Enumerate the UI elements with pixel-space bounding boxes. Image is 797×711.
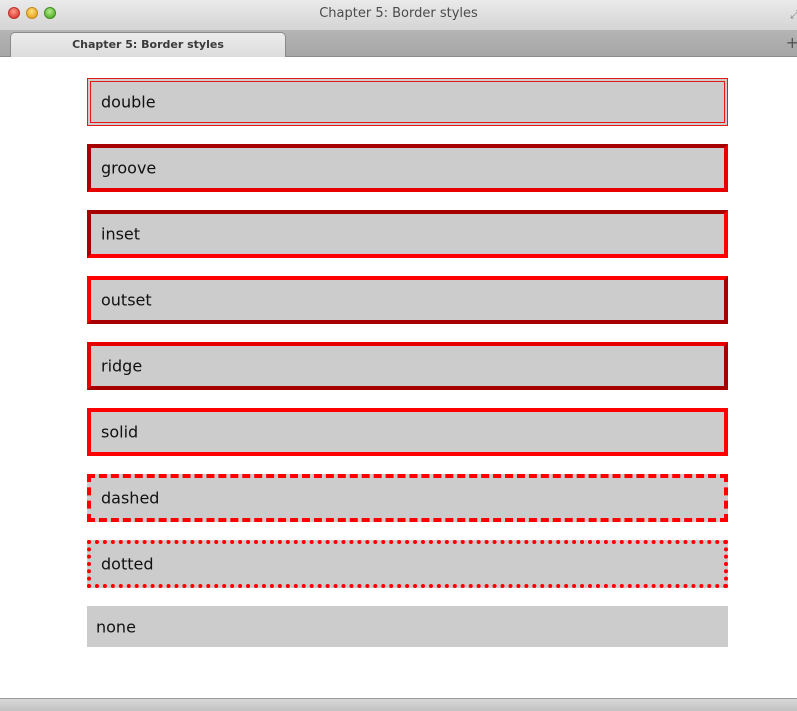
box-label: double	[101, 92, 156, 112]
tab-chapter-5[interactable]: Chapter 5: Border styles	[10, 32, 286, 57]
border-box-double: double	[87, 78, 728, 126]
box-label: dashed	[101, 488, 160, 508]
tab-strip: Chapter 5: Border styles +	[0, 30, 797, 57]
window-titlebar: Chapter 5: Border styles ⤢	[0, 0, 797, 30]
border-box-groove: groove	[87, 144, 728, 192]
box-label: groove	[101, 158, 157, 178]
border-box-dashed: dashed	[87, 474, 728, 522]
box-label: dotted	[101, 554, 154, 574]
border-box-outset: outset	[87, 276, 728, 324]
border-box-inset: inset	[87, 210, 728, 258]
border-box-dotted: dotted	[87, 540, 728, 588]
box-label: ridge	[101, 356, 143, 376]
box-label: outset	[101, 290, 152, 310]
tab-label: Chapter 5: Border styles	[72, 38, 224, 51]
box-label: inset	[101, 224, 141, 244]
plus-icon[interactable]: +	[786, 33, 797, 52]
page-content: double groove inset outset ridge solid d…	[0, 57, 797, 698]
status-bar	[0, 698, 797, 711]
fullscreen-icon[interactable]: ⤢	[790, 8, 797, 22]
border-box-none: none	[87, 606, 728, 647]
border-box-ridge: ridge	[87, 342, 728, 390]
box-label: solid	[101, 422, 139, 442]
box-label: none	[96, 617, 136, 636]
border-box-solid: solid	[87, 408, 728, 456]
window-title: Chapter 5: Border styles	[319, 6, 478, 21]
